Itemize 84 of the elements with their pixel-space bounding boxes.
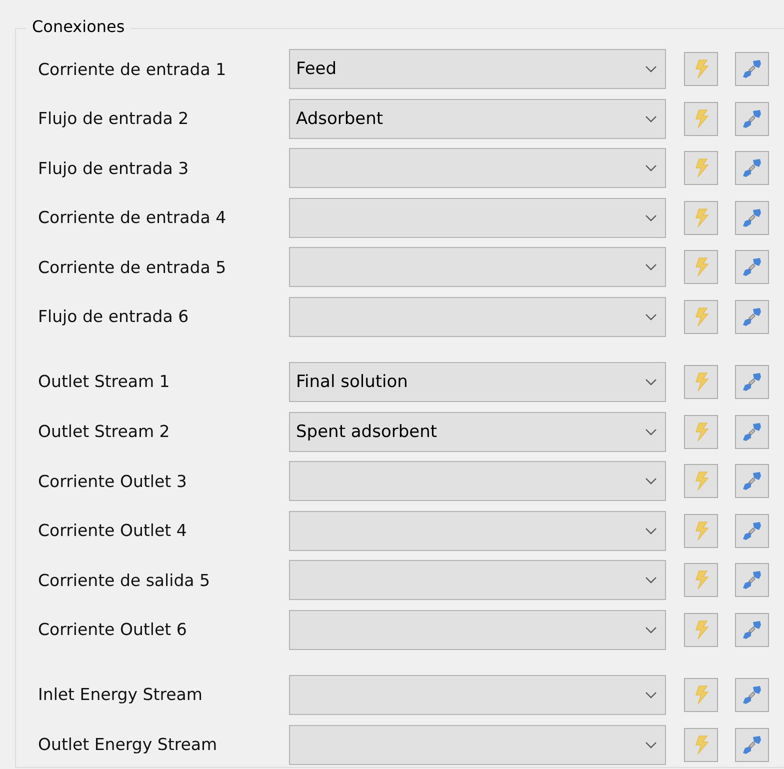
connector-button[interactable] — [735, 414, 769, 449]
plug-icon — [741, 58, 763, 80]
connector-button[interactable] — [735, 102, 769, 136]
connector-button[interactable] — [735, 612, 769, 647]
lightning-button[interactable] — [684, 102, 718, 136]
plug-icon — [741, 157, 763, 180]
stream-dropdown[interactable]: Feed — [289, 49, 666, 89]
stream-dropdown[interactable] — [289, 560, 666, 600]
stream-dropdown[interactable]: Spent adsorbent — [289, 412, 666, 452]
field-label: Corriente Outlet 6 — [38, 620, 188, 640]
connector-button[interactable] — [735, 200, 769, 235]
caret-icon — [645, 576, 657, 584]
field-label: Corriente Outlet 4 — [38, 521, 188, 540]
lightning-button[interactable] — [684, 364, 718, 399]
plug-icon — [741, 734, 763, 756]
caret-icon — [645, 312, 657, 321]
caret-icon — [645, 65, 657, 73]
field-label: Inlet Energy Stream — [38, 685, 204, 704]
field-label: Corriente Outlet 3 — [38, 472, 188, 491]
stream-dropdown[interactable] — [289, 724, 666, 765]
stream-dropdown[interactable] — [289, 610, 666, 650]
connector-button[interactable] — [735, 464, 769, 498]
plug-icon — [741, 569, 763, 592]
stream-dropdown[interactable] — [289, 461, 666, 502]
lightning-button[interactable] — [684, 612, 718, 647]
lightning-button[interactable] — [684, 52, 718, 86]
plug-icon — [741, 370, 763, 393]
field-label: Corriente de entrada 1 — [38, 60, 228, 78]
stream-dropdown[interactable] — [289, 148, 666, 188]
field-label: Flujo de entrada 2 — [38, 109, 190, 128]
connector-button[interactable] — [735, 300, 769, 334]
plug-icon — [741, 618, 763, 641]
field-label: Corriente de salida 5 — [38, 570, 212, 590]
plug-icon — [741, 420, 763, 443]
field-label: Flujo de entrada 6 — [38, 307, 190, 326]
field-label: Flujo de entrada 3 — [38, 158, 190, 178]
plug-icon — [741, 306, 763, 328]
lightning-button[interactable] — [684, 464, 718, 498]
caret-icon — [645, 690, 657, 699]
stream-dropdown[interactable] — [289, 198, 666, 238]
stream-dropdown[interactable] — [289, 674, 666, 715]
plug-icon — [741, 470, 763, 492]
stream-dropdown[interactable]: Adsorbent — [289, 98, 666, 139]
caret-icon — [645, 626, 657, 634]
plug-icon — [741, 520, 763, 542]
stream-dropdown[interactable] — [289, 510, 666, 551]
field-label: Corriente de entrada 5 — [38, 258, 228, 277]
lightning-button[interactable] — [684, 563, 718, 598]
connector-button[interactable] — [735, 728, 769, 762]
connector-button[interactable] — [735, 151, 769, 186]
lightning-button[interactable] — [684, 728, 718, 762]
field-label: Outlet Stream 2 — [38, 422, 171, 442]
connector-button[interactable] — [735, 678, 769, 712]
caret-icon — [645, 526, 657, 535]
field-label: Outlet Energy Stream — [38, 735, 218, 754]
connector-button[interactable] — [735, 514, 769, 548]
connector-button[interactable] — [735, 52, 769, 86]
connector-button[interactable] — [735, 250, 769, 284]
caret-icon — [645, 164, 657, 172]
lightning-button[interactable] — [684, 514, 718, 548]
caret-icon — [645, 428, 657, 436]
caret-icon — [645, 214, 657, 222]
stream-dropdown[interactable]: Final solution — [289, 362, 666, 402]
plug-icon — [741, 256, 763, 278]
caret-icon — [645, 378, 657, 386]
caret-icon — [645, 263, 657, 272]
stream-dropdown[interactable] — [289, 296, 666, 337]
lightning-button[interactable] — [684, 300, 718, 334]
field-label: Corriente de entrada 4 — [38, 208, 228, 228]
lightning-button[interactable] — [684, 678, 718, 712]
lightning-button[interactable] — [684, 200, 718, 235]
lightning-button[interactable] — [684, 414, 718, 449]
plug-icon — [741, 206, 763, 229]
connector-button[interactable] — [735, 364, 769, 399]
field-label: Outlet Stream 1 — [38, 372, 171, 392]
caret-icon — [645, 477, 657, 486]
plug-icon — [741, 108, 763, 130]
lightning-button[interactable] — [684, 151, 718, 186]
caret-icon — [645, 114, 657, 123]
plug-icon — [741, 684, 763, 706]
lightning-button[interactable] — [684, 250, 718, 284]
connector-button[interactable] — [735, 563, 769, 598]
stream-dropdown[interactable] — [289, 247, 666, 288]
caret-icon — [645, 740, 657, 749]
